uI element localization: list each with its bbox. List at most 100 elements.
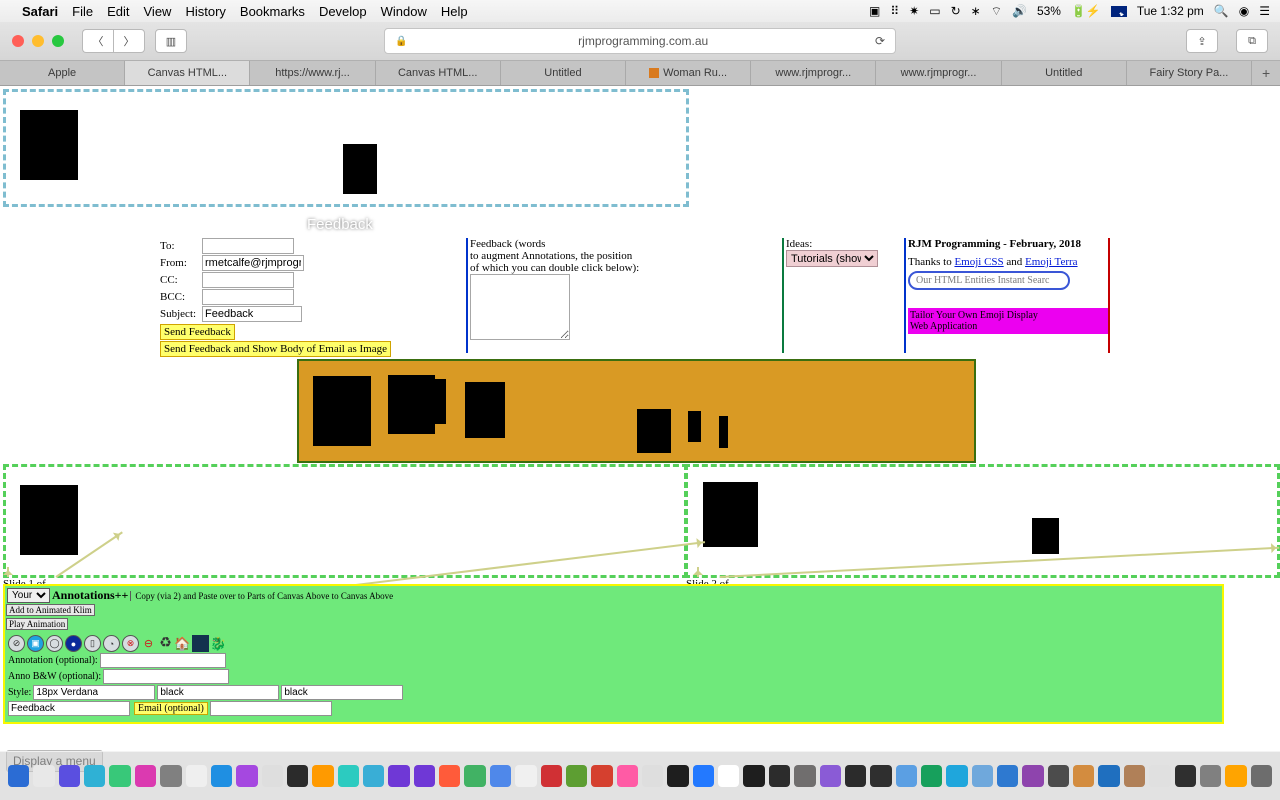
feedback-input[interactable] <box>8 701 130 716</box>
nodrop-icon[interactable]: ⊘ <box>8 635 25 652</box>
zoom-window-button[interactable] <box>52 35 64 47</box>
tab-8[interactable]: Untitled <box>1002 61 1127 85</box>
dock-app-icon[interactable] <box>1200 765 1221 787</box>
dock-app-icon[interactable] <box>566 765 587 787</box>
tab-0[interactable]: Apple <box>0 61 125 85</box>
emoji-css-link[interactable]: Emoji CSS <box>954 256 1003 268</box>
dock-app-icon[interactable] <box>439 765 460 787</box>
dock-app-icon[interactable] <box>1149 765 1170 787</box>
dock-app-icon[interactable] <box>363 765 384 787</box>
new-tab-button[interactable]: + <box>1252 61 1280 85</box>
dock-app-icon[interactable] <box>921 765 942 787</box>
dock-app-icon[interactable] <box>109 765 130 787</box>
dock-app-icon[interactable] <box>541 765 562 787</box>
dock-app-icon[interactable] <box>693 765 714 787</box>
play-animation-button[interactable]: Play Animation <box>6 618 68 630</box>
tab-1[interactable]: Canvas HTML... <box>125 61 250 85</box>
square-icon[interactable]: ▣ <box>27 635 44 652</box>
highlighted-link[interactable]: Tailor Your Own Emoji DisplayWeb Applica… <box>908 308 1108 334</box>
dock-app-icon[interactable] <box>1022 765 1043 787</box>
minus-icon[interactable]: ⊖ <box>141 636 156 651</box>
tab-5[interactable]: Woman Ru... <box>626 61 751 85</box>
dock-app-icon[interactable] <box>1175 765 1196 787</box>
menu-edit[interactable]: Edit <box>107 4 129 19</box>
menu-help[interactable]: Help <box>441 4 468 19</box>
dock-app-icon[interactable] <box>338 765 359 787</box>
dock-app-icon[interactable] <box>8 765 29 787</box>
dock-app-icon[interactable] <box>820 765 841 787</box>
dock-app-icon[interactable] <box>414 765 435 787</box>
circle-icon[interactable]: ◯ <box>46 635 63 652</box>
add-animated-button[interactable]: Add to Animated Klim <box>6 604 95 616</box>
timemachine-icon[interactable]: ↻ <box>951 4 961 18</box>
refresh-icon[interactable]: ♻ <box>158 636 173 651</box>
wifi-icon[interactable]: ⌔ <box>991 4 1002 19</box>
dock-app-icon[interactable] <box>997 765 1018 787</box>
dock-app-icon[interactable] <box>160 765 181 787</box>
clock[interactable]: Tue 1:32 pm <box>1137 4 1204 18</box>
menu-develop[interactable]: Develop <box>319 4 367 19</box>
cancel-icon[interactable]: ⊗ <box>122 635 139 652</box>
image-icon[interactable] <box>192 635 209 652</box>
tab-2[interactable]: https://www.rj... <box>250 61 375 85</box>
dock-app-icon[interactable] <box>312 765 333 787</box>
subject-input[interactable] <box>202 306 302 322</box>
minimize-window-button[interactable] <box>32 35 44 47</box>
back-button[interactable]: 〈 <box>82 29 113 53</box>
dock-app-icon[interactable] <box>642 765 663 787</box>
forward-button[interactable]: 〉 <box>113 29 145 53</box>
battery-text[interactable]: 53% <box>1037 4 1061 18</box>
record-icon[interactable]: ● <box>65 635 82 652</box>
bcc-input[interactable] <box>202 289 294 305</box>
email-optional-button[interactable]: Email (optional) <box>134 702 208 715</box>
clock-icon[interactable]: ◔ <box>103 635 120 652</box>
feedback-words-textarea[interactable] <box>470 274 570 340</box>
menu-bookmarks[interactable]: Bookmarks <box>240 4 305 19</box>
dock-app-icon[interactable] <box>1124 765 1145 787</box>
anno-input[interactable] <box>100 653 226 668</box>
from-input[interactable] <box>202 255 304 271</box>
dock-app-icon[interactable] <box>845 765 866 787</box>
style-input[interactable] <box>33 685 155 700</box>
dock-app-icon[interactable] <box>490 765 511 787</box>
page-icon[interactable]: ▯ <box>84 635 101 652</box>
dock-app-icon[interactable] <box>1073 765 1094 787</box>
tab-6[interactable]: www.rjmprogr... <box>751 61 876 85</box>
dock-app-icon[interactable] <box>946 765 967 787</box>
dock-app-icon[interactable] <box>135 765 156 787</box>
menu-window[interactable]: Window <box>381 4 427 19</box>
dock-app-icon[interactable] <box>972 765 993 787</box>
dragon-icon[interactable]: 🐉 <box>211 636 226 651</box>
battery-icon[interactable]: 🔋⚡ <box>1071 4 1101 18</box>
share-button[interactable]: ⇪ <box>1186 29 1218 53</box>
dock-app-icon[interactable] <box>388 765 409 787</box>
tabs-button[interactable]: ⧉ <box>1236 29 1268 53</box>
dock-app-icon[interactable] <box>287 765 308 787</box>
spotlight-icon[interactable]: 🔍 <box>1214 4 1229 18</box>
dock-app-icon[interactable] <box>1225 765 1246 787</box>
send-feedback-button[interactable]: Send Feedback <box>160 324 235 340</box>
dock-app-icon[interactable] <box>896 765 917 787</box>
dock-app-icon[interactable] <box>1251 765 1272 787</box>
bug-icon[interactable]: ✷ <box>909 4 919 18</box>
tab-4[interactable]: Untitled <box>501 61 626 85</box>
dock-app-icon[interactable] <box>617 765 638 787</box>
emoji-terra-link[interactable]: Emoji Terra <box>1025 256 1077 268</box>
dock-app-icon[interactable] <box>667 765 688 787</box>
flag-icon[interactable] <box>1111 6 1127 17</box>
grid-icon[interactable]: ⠿ <box>890 4 899 18</box>
dock-app-icon[interactable] <box>1098 765 1119 787</box>
bluetooth-icon[interactable]: ∗ <box>971 4 981 18</box>
address-bar[interactable]: 🔒 rjmprogramming.com.au ⟳ <box>384 28 896 54</box>
send-feedback-with-image-button[interactable]: Send Feedback and Show Body of Email as … <box>160 341 391 357</box>
sidebar-button[interactable]: ▥ <box>155 29 187 53</box>
reload-icon[interactable]: ⟳ <box>875 34 885 48</box>
dock-app-icon[interactable] <box>84 765 105 787</box>
dock-app-icon[interactable] <box>743 765 764 787</box>
dock-app-icon[interactable] <box>262 765 283 787</box>
ideas-select[interactable]: Tutorials (show b <box>786 250 878 267</box>
house-icon[interactable]: 🏠 <box>175 636 190 651</box>
entities-search[interactable]: Our HTML Entities Instant Searc <box>908 271 1070 290</box>
tab-3[interactable]: Canvas HTML... <box>376 61 501 85</box>
dock-app-icon[interactable] <box>464 765 485 787</box>
